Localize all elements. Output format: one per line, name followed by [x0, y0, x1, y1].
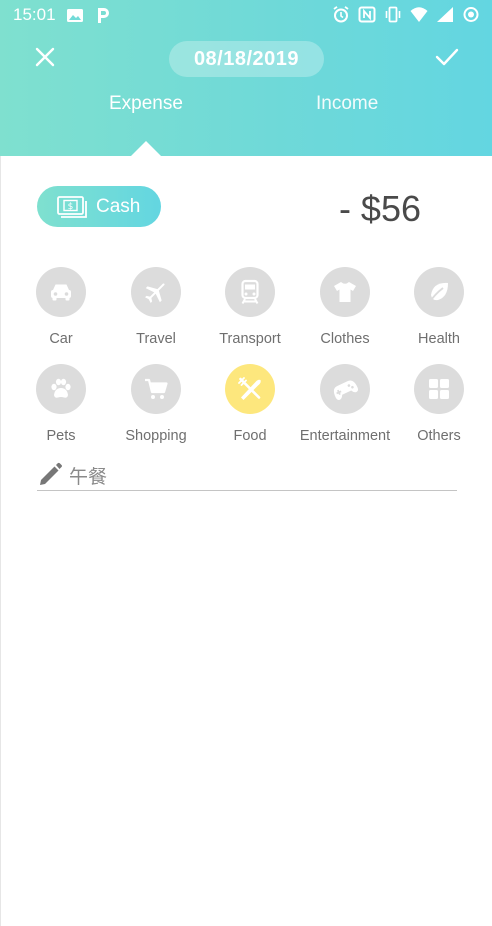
category-label: Pets	[46, 428, 76, 444]
svg-text:$: $	[68, 202, 74, 212]
banknote-icon: $	[57, 195, 87, 218]
cart-icon	[145, 378, 168, 399]
pencil-icon	[40, 462, 62, 485]
tab-income[interactable]: Income	[316, 93, 378, 115]
signal-icon	[437, 7, 453, 22]
category-pets[interactable]: Pets	[13, 364, 109, 454]
category-transport[interactable]: Transport	[202, 267, 298, 357]
paw-icon	[51, 378, 71, 398]
category-label: Food	[233, 428, 267, 444]
category-shopping[interactable]: Shopping	[108, 364, 204, 454]
app-header: 15:01 08/18/2019 Expense Income	[0, 0, 492, 156]
utensils-icon	[238, 377, 261, 400]
account-label: Cash	[96, 195, 141, 217]
category-label: Travel	[136, 331, 176, 347]
circle-icon	[463, 7, 479, 22]
category-others[interactable]: Others	[391, 364, 487, 454]
check-icon[interactable]	[434, 46, 460, 68]
category-label: Clothes	[320, 331, 370, 347]
category-travel[interactable]: Travel	[108, 267, 204, 357]
status-time: 15:01	[13, 5, 56, 24]
category-label: Others	[417, 428, 461, 444]
gamepad-icon	[333, 380, 359, 400]
amount-display[interactable]: - $56	[339, 188, 421, 230]
category-label: Shopping	[125, 428, 187, 444]
image-icon	[67, 9, 83, 22]
category-label: Health	[418, 331, 460, 347]
category-car[interactable]: Car	[13, 267, 109, 357]
divider	[0, 156, 1, 926]
vibrate-icon	[385, 6, 401, 23]
date-text: 08/18/2019	[193, 47, 300, 70]
parking-icon	[98, 8, 109, 23]
category-health[interactable]: Health	[391, 267, 487, 357]
tab-expense[interactable]: Expense	[109, 93, 183, 115]
active-tab-indicator	[131, 141, 161, 156]
car-icon	[51, 284, 71, 301]
category-food[interactable]: Food	[202, 364, 298, 454]
wifi-icon	[410, 7, 428, 22]
category-entertainment[interactable]: Entertainment	[297, 364, 393, 454]
account-button[interactable]: $ Cash	[37, 186, 161, 227]
date-selector[interactable]: 08/18/2019	[169, 41, 324, 77]
category-label: Car	[49, 331, 73, 347]
leaf-icon	[428, 282, 448, 304]
close-icon[interactable]	[33, 45, 57, 69]
status-bar: 15:01	[0, 0, 492, 30]
category-label: Transport	[219, 331, 281, 347]
alarm-icon	[333, 6, 349, 23]
grid-icon	[429, 379, 449, 399]
category-label: Entertainment	[299, 428, 391, 444]
nfc-icon	[358, 6, 376, 23]
category-clothes[interactable]: Clothes	[297, 267, 393, 357]
note-input[interactable]	[69, 462, 449, 488]
shirt-icon	[334, 282, 356, 302]
note-field	[37, 460, 457, 491]
train-icon	[241, 279, 259, 304]
airplane-icon	[145, 283, 165, 303]
